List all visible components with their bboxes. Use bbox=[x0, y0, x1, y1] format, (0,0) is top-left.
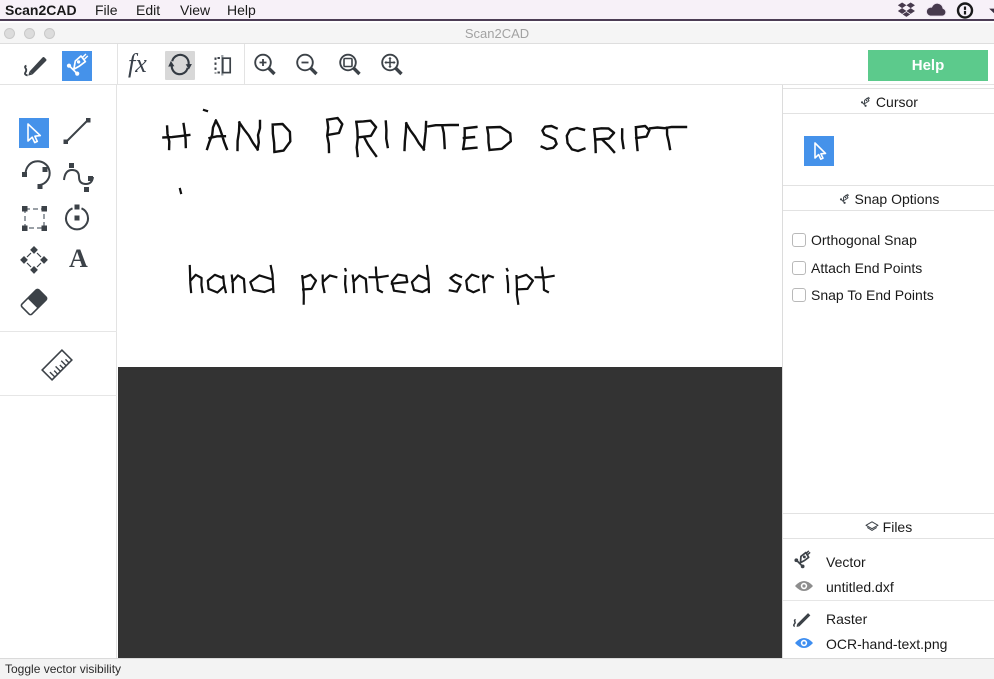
svg-text:fx: fx bbox=[128, 49, 147, 78]
svg-text:A: A bbox=[69, 244, 88, 273]
